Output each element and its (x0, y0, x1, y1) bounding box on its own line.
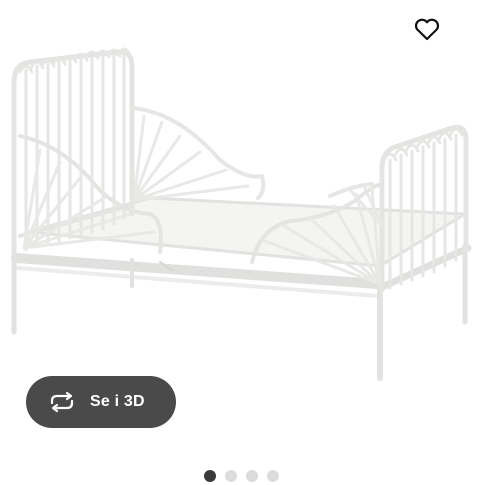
rotate-3d-icon (48, 391, 76, 413)
heart-outline-icon (414, 18, 440, 41)
pagination-dot-2[interactable] (225, 470, 237, 482)
pagination-dot-3[interactable] (246, 470, 258, 482)
pagination-dot-1[interactable] (204, 470, 216, 482)
carousel-pagination (0, 470, 480, 484)
wishlist-button[interactable] (410, 12, 444, 46)
view-3d-button[interactable]: Se i 3D (26, 376, 176, 428)
view-3d-label: Se i 3D (90, 393, 145, 410)
pagination-dot-4[interactable] (267, 470, 279, 482)
